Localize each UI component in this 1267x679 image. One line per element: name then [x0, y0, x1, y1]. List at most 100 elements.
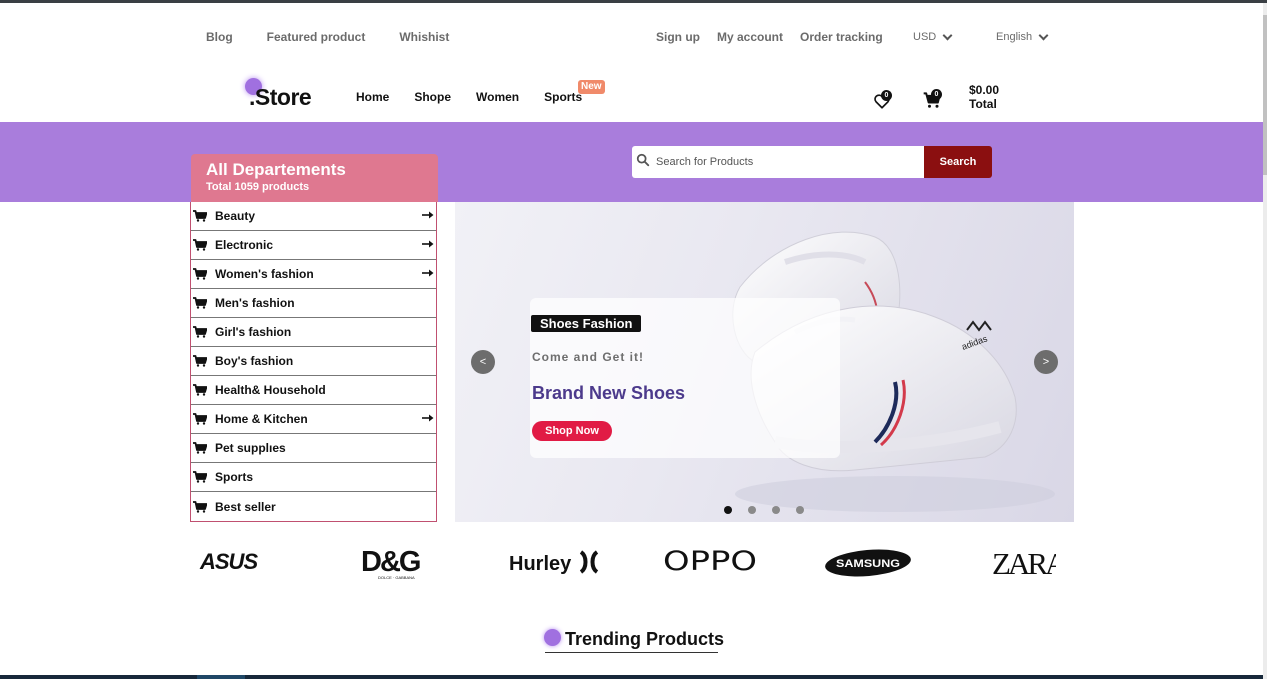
department-label: Home & Kitchen: [215, 412, 308, 426]
slider-next-button[interactable]: >: [1034, 350, 1058, 374]
featured-product-link[interactable]: Featured product: [267, 30, 366, 44]
nav-sports[interactable]: Sports: [544, 90, 582, 104]
slider-prev-button[interactable]: <: [471, 350, 495, 374]
bottom-strip-segment: [197, 675, 245, 679]
departments-header[interactable]: All Departements Total 1059 products: [191, 154, 438, 202]
department-label: Men's fashion: [215, 296, 295, 310]
brand-oppo-text: OPPO: [663, 546, 757, 577]
brand-zara-text: ZARA: [992, 546, 1056, 581]
currency-value: USD: [913, 31, 937, 43]
trending-dot: [544, 629, 561, 646]
brand-dg-text: D&G: [361, 546, 420, 578]
currency-select[interactable]: USD: [913, 30, 953, 43]
main-nav: Home Shope Women Sports: [356, 90, 607, 104]
brand-asus-logo[interactable]: ASUS: [198, 542, 278, 582]
language-value: English: [996, 31, 1033, 43]
cart-total-label: Total: [969, 97, 997, 111]
department-item[interactable]: Best seller: [191, 492, 436, 521]
cart-icon: [193, 500, 207, 513]
window-top-border: [0, 0, 1267, 3]
brand-zara-logo[interactable]: ZARA: [990, 542, 1056, 582]
search-button[interactable]: Search: [924, 146, 992, 178]
department-item[interactable]: Sports: [191, 463, 436, 492]
cart-count-badge: 0: [931, 89, 942, 100]
department-label: Pet supplıes: [215, 441, 286, 455]
department-item[interactable]: Women's fashion: [191, 260, 436, 289]
cart-icon: [193, 239, 207, 251]
cart-icon: [193, 210, 207, 222]
cart-icon: [193, 268, 207, 280]
hero-tag: Shoes Fashion: [531, 315, 642, 332]
wishlist-link[interactable]: Whishist: [399, 30, 449, 44]
department-label: Boy's fashion: [215, 354, 294, 368]
language-select[interactable]: English: [996, 30, 1049, 43]
departments-list: Beauty Electronic Women's fashion Men's fas…: [190, 202, 437, 522]
brand-samsung-logo[interactable]: SAMSUNG: [824, 542, 912, 582]
brand-hurley-text: Hurley: [509, 553, 572, 575]
department-label: Sports: [215, 470, 254, 484]
top-links-right: Sign up My account Order tracking: [656, 30, 900, 44]
arrow-right-icon: [422, 211, 434, 219]
slider-dot[interactable]: [772, 506, 780, 514]
department-item[interactable]: Men's fashion: [191, 289, 436, 318]
department-item[interactable]: Beauty: [191, 202, 436, 231]
arrow-right-icon: [422, 414, 434, 422]
bottom-strip: [0, 675, 1263, 679]
cart-icon: [193, 384, 207, 396]
department-item[interactable]: Electronic: [191, 231, 436, 260]
arrow-right-icon: [422, 269, 434, 277]
department-label: Girl's fashion: [215, 325, 292, 339]
department-item[interactable]: Girl's fashion: [191, 318, 436, 347]
department-label: Women's fashion: [215, 267, 314, 281]
departments-title: All Departements: [206, 160, 346, 179]
trending-underline: [545, 652, 718, 653]
new-badge: New: [578, 80, 605, 94]
slider-dot[interactable]: [796, 506, 804, 514]
department-item[interactable]: Health& Household: [191, 376, 436, 405]
hero-title: Brand New Shoes: [532, 383, 686, 403]
slider-dots: [724, 506, 804, 514]
cart-icon: [193, 355, 207, 367]
department-label: Electronic: [215, 238, 274, 252]
brand-samsung-text: SAMSUNG: [836, 558, 900, 570]
search-icon: [636, 153, 650, 167]
cart-icon: [193, 442, 207, 454]
my-account-link[interactable]: My account: [717, 30, 783, 44]
trending-title: Trending Products: [565, 629, 725, 649]
department-label: Health& Household: [215, 383, 326, 397]
brand-hurley-logo[interactable]: Hurley: [508, 542, 600, 582]
department-item[interactable]: Boy's fashion: [191, 347, 436, 376]
vertical-scrollbar[interactable]: [1263, 3, 1267, 679]
department-label: Beauty: [215, 209, 256, 223]
blog-link[interactable]: Blog: [206, 30, 233, 44]
top-links-left: Blog Featured product Whishist: [206, 30, 483, 44]
brand-dg-small-text: DOLCE · GABBANA: [378, 575, 415, 580]
department-label: Best seller: [215, 499, 276, 514]
slider-dot[interactable]: [748, 506, 756, 514]
brand-oppo-logo[interactable]: OPPO: [662, 542, 758, 582]
store-logo[interactable]: .Store: [249, 84, 312, 111]
search-input[interactable]: [656, 151, 918, 173]
nav-shope[interactable]: Shope: [414, 90, 451, 104]
department-item[interactable]: Pet supplıes: [191, 434, 436, 463]
hero-subtitle: Come and Get it!: [532, 350, 645, 364]
cart-icon: [193, 471, 207, 483]
cart-icon: [193, 326, 207, 338]
shop-now-button[interactable]: Shop Now: [532, 421, 612, 441]
cart-icon: [193, 413, 207, 425]
wishlist-count-badge: 0: [881, 90, 892, 101]
slider-dot[interactable]: [724, 506, 732, 514]
order-tracking-link[interactable]: Order tracking: [800, 30, 883, 44]
cart-total[interactable]: $0.00 Total: [969, 83, 999, 111]
brand-asus-text: ASUS: [199, 549, 258, 574]
sign-up-link[interactable]: Sign up: [656, 30, 700, 44]
brand-dg-logo[interactable]: D&G DOLCE · GABBANA: [358, 542, 432, 582]
nav-home[interactable]: Home: [356, 90, 389, 104]
departments-subtitle: Total 1059 products: [206, 181, 310, 193]
chevron-down-icon: [1038, 30, 1049, 40]
nav-women[interactable]: Women: [476, 90, 519, 104]
department-item[interactable]: Home & Kitchen: [191, 405, 436, 434]
chevron-down-icon: [942, 30, 953, 40]
scrollbar-thumb[interactable]: [1263, 15, 1267, 175]
arrow-right-icon: [422, 240, 434, 248]
